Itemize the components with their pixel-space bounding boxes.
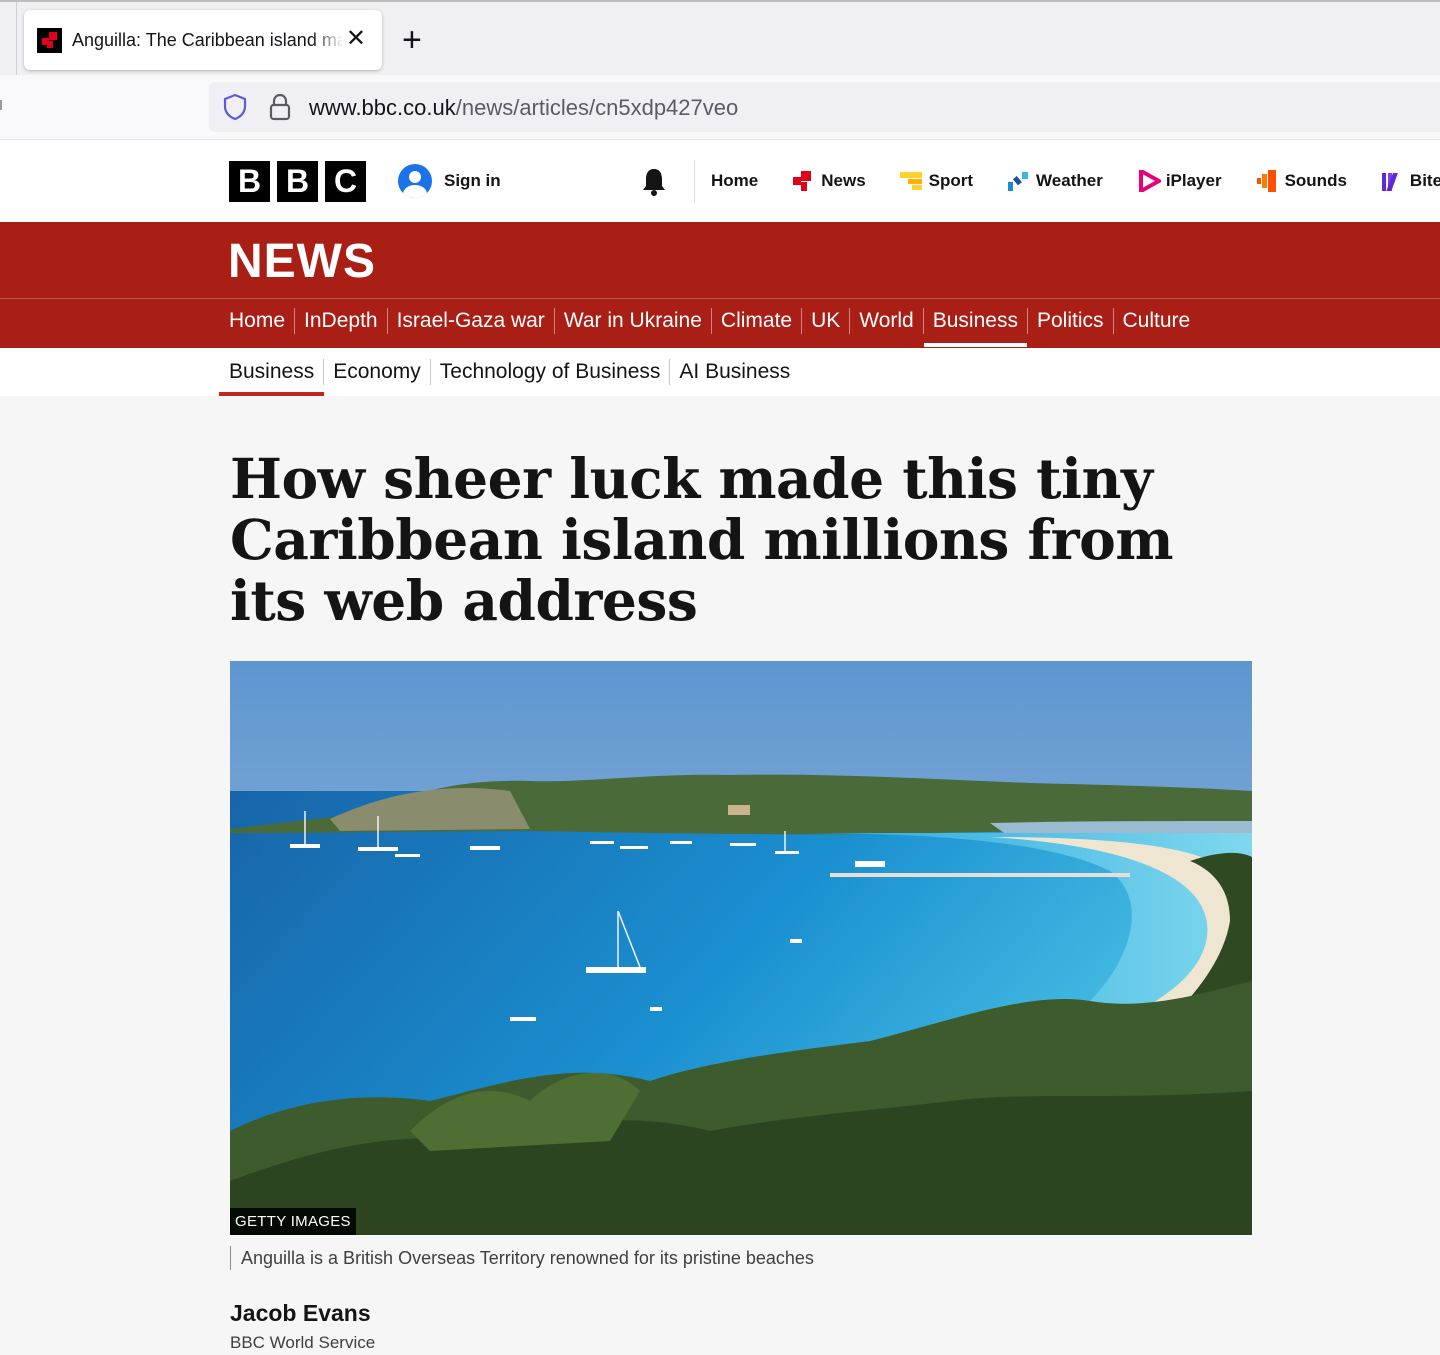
shield-icon[interactable] bbox=[223, 93, 247, 121]
weather-icon bbox=[1008, 172, 1029, 191]
new-tab-icon[interactable]: + bbox=[402, 22, 422, 58]
subsection-technology-of-business[interactable]: Technology of Business bbox=[429, 359, 670, 385]
sport-icon bbox=[899, 172, 922, 190]
browser-tab-bar: Anguilla: The Caribbean island making mi… bbox=[0, 0, 1440, 102]
lock-icon[interactable] bbox=[268, 92, 292, 122]
global-nav-weather[interactable]: Weather bbox=[1007, 170, 1103, 192]
subsection-ai-business[interactable]: AI Business bbox=[669, 359, 799, 385]
image-caption: Anguilla is a British Overseas Territory… bbox=[230, 1246, 814, 1270]
iplayer-icon bbox=[1138, 170, 1161, 192]
bbc-favicon-icon bbox=[37, 27, 62, 53]
bbc-logo-letter: B bbox=[229, 161, 270, 202]
browser-nav-bar: www.bbc.co.uk/news/articles/cn5xdp427veo bbox=[0, 75, 1440, 140]
sign-in-button[interactable]: Sign in bbox=[398, 164, 501, 198]
bbc-logo-letter: C bbox=[325, 161, 366, 202]
close-tab-icon[interactable]: ✕ bbox=[346, 25, 366, 53]
global-nav-sport[interactable]: Sport bbox=[899, 170, 973, 192]
section-climate[interactable]: Climate bbox=[710, 308, 801, 334]
section-war-in-ukraine[interactable]: War in Ukraine bbox=[553, 308, 711, 334]
beach-bay-photo bbox=[230, 661, 1252, 1235]
browser-tab[interactable]: Anguilla: The Caribbean island making mi… bbox=[24, 10, 382, 70]
account-icon bbox=[398, 164, 432, 198]
url-text[interactable]: www.bbc.co.uk/news/articles/cn5xdp427veo bbox=[309, 95, 738, 121]
subsection-business[interactable]: Business bbox=[218, 359, 325, 396]
author-organisation: BBC World Service bbox=[230, 1333, 376, 1352]
nav-divider bbox=[694, 160, 695, 202]
sidebar-edge bbox=[0, 100, 2, 110]
section-home[interactable]: Home bbox=[229, 308, 294, 334]
sign-in-label: Sign in bbox=[444, 171, 501, 190]
news-logo[interactable]: NEWS bbox=[228, 234, 376, 289]
section-israel-gaza-war[interactable]: Israel-Gaza war bbox=[386, 308, 554, 334]
url-bar[interactable]: www.bbc.co.uk/news/articles/cn5xdp427veo bbox=[209, 82, 1440, 132]
subsection-economy[interactable]: Economy bbox=[323, 359, 430, 385]
global-nav-sounds[interactable]: Sounds bbox=[1256, 170, 1347, 192]
section-indepth[interactable]: InDepth bbox=[294, 308, 387, 334]
news-banner: NEWS Home InDepth Israel-Gaza war War in… bbox=[0, 222, 1440, 348]
business-subnav: Business Economy Technology of Business … bbox=[0, 348, 1440, 396]
bbc-logo[interactable]: B B C bbox=[229, 161, 366, 202]
bbc-masthead: B B C Sign in Home News Sport Weather iP… bbox=[0, 140, 1440, 222]
news-divider bbox=[0, 298, 1440, 299]
section-uk[interactable]: UK bbox=[801, 308, 849, 334]
bitesize-icon bbox=[1381, 173, 1398, 191]
global-nav-news[interactable]: News bbox=[792, 170, 866, 192]
global-nav-iplayer[interactable]: iPlayer bbox=[1137, 170, 1222, 192]
notifications-bell-icon[interactable] bbox=[641, 167, 667, 197]
image-credit: GETTY IMAGES bbox=[230, 1208, 356, 1235]
global-nav-home[interactable]: Home bbox=[711, 170, 758, 192]
bbc-logo-letter: B bbox=[277, 161, 318, 202]
global-nav-bitesize[interactable]: Bitesize bbox=[1381, 170, 1440, 192]
bbc-global-nav: Home News Sport Weather iPlayer Sounds B… bbox=[711, 170, 1440, 192]
section-business[interactable]: Business bbox=[922, 308, 1028, 347]
hero-image: GETTY IMAGES bbox=[230, 661, 1252, 1235]
sounds-icon bbox=[1256, 170, 1276, 192]
section-culture[interactable]: Culture bbox=[1112, 308, 1200, 334]
section-world[interactable]: World bbox=[849, 308, 922, 334]
tab-title: Anguilla: The Caribbean island making mi… bbox=[72, 29, 344, 50]
news-icon bbox=[793, 171, 812, 191]
section-politics[interactable]: Politics bbox=[1026, 308, 1113, 334]
author-name: Jacob Evans bbox=[230, 1300, 371, 1326]
article-headline: How sheer luck made this tiny Caribbean … bbox=[230, 446, 1174, 633]
news-section-nav: Home InDepth Israel-Gaza war War in Ukra… bbox=[229, 308, 1200, 347]
